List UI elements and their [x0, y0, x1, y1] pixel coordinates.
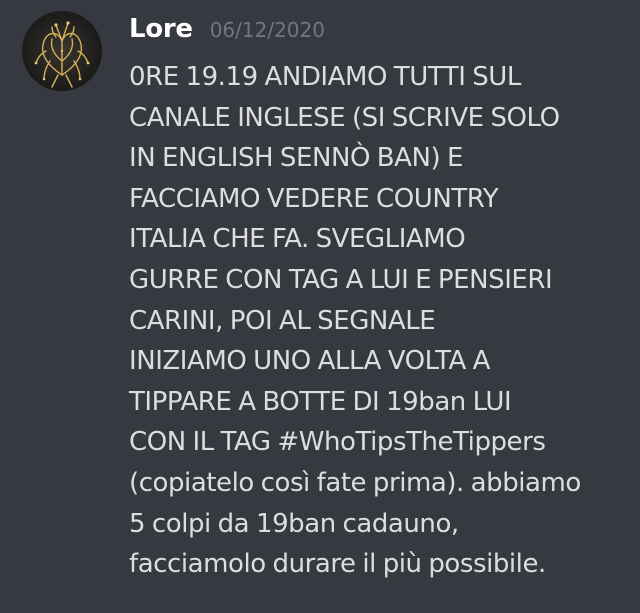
avatar[interactable] — [22, 11, 102, 91]
chat-message: Lore 06/12/2020 0RE 19.19 ANDIAMO TUTTI … — [0, 0, 640, 613]
timestamp: 06/12/2020 — [209, 18, 325, 42]
golden-heart-illustration-icon — [22, 11, 102, 91]
message-header: Lore 06/12/2020 — [129, 14, 325, 50]
message-content: 0RE 19.19 ANDIAMO TUTTI SUL CANALE INGLE… — [129, 62, 581, 580]
username[interactable]: Lore — [129, 14, 193, 44]
